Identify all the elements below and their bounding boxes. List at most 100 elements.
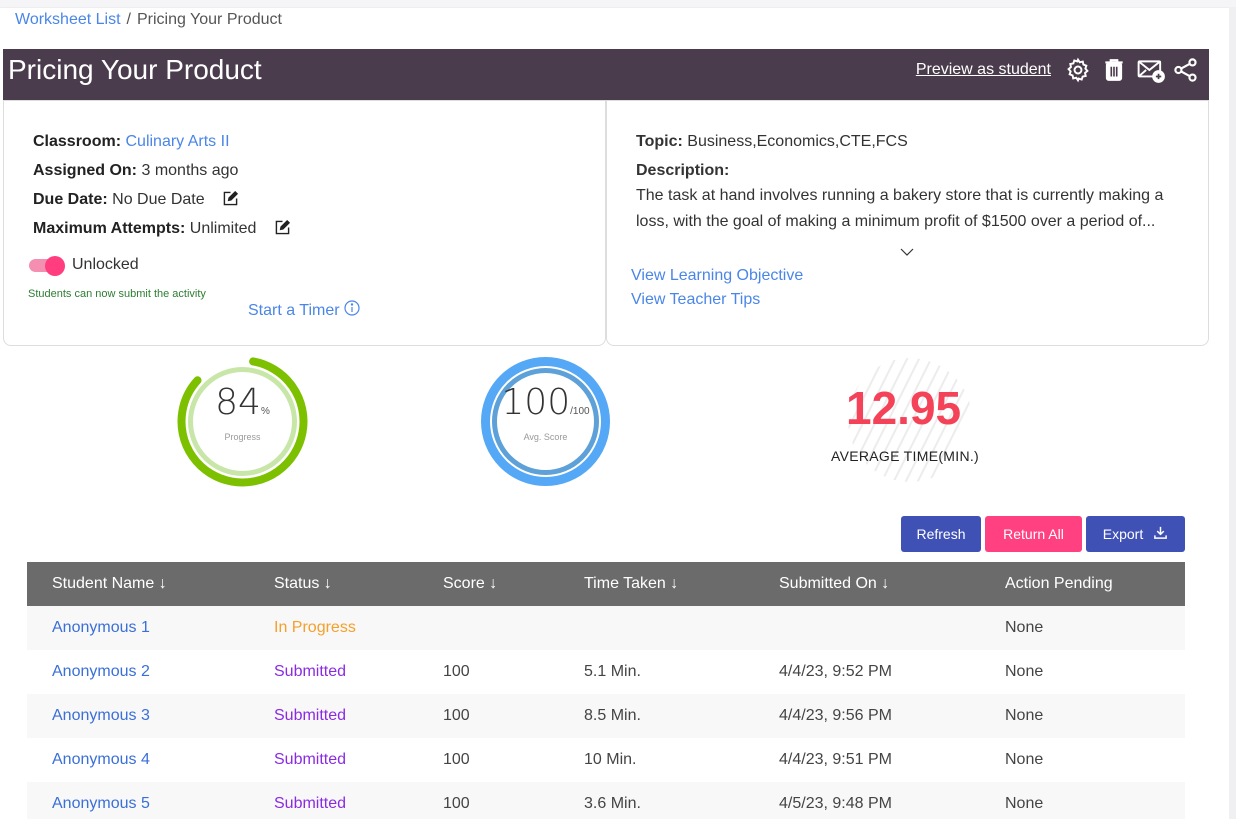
time-taken-cell: 5.1 Min.: [584, 663, 641, 680]
edit-max-attempts-icon[interactable]: [275, 219, 290, 235]
header-score[interactable]: Score ↓: [418, 562, 559, 606]
score-cell: 100: [443, 707, 470, 724]
submitted-on-cell: 4/4/23, 9:56 PM: [779, 707, 892, 724]
action-pending-cell: None: [1005, 795, 1044, 812]
worksheet-info-card: Topic: Business,Economics,CTE,FCS Descri…: [606, 100, 1209, 346]
description-label-row: Description:: [636, 162, 729, 180]
progress-suffix: %: [260, 406, 270, 417]
avg-score-gauge: 100/100 Avg. Score: [473, 349, 618, 494]
progress-text: 84%: [170, 382, 315, 423]
student-name-link[interactable]: Anonymous 2: [27, 650, 249, 694]
chevron-down-icon[interactable]: [899, 244, 915, 256]
classroom-link[interactable]: Culinary Arts II: [125, 133, 229, 150]
action-pending-cell: None: [1005, 663, 1044, 680]
breadcrumb-current: Pricing Your Product: [136, 11, 282, 28]
return-all-button[interactable]: Return All: [985, 516, 1082, 552]
topic-row: Topic: Business,Economics,CTE,FCS: [636, 133, 908, 151]
max-attempts-row: Maximum Attempts: Unlimited: [33, 219, 290, 238]
export-button[interactable]: Export: [1086, 516, 1185, 552]
download-icon: [1153, 525, 1168, 543]
action-pending-cell: None: [1005, 707, 1044, 724]
preview-as-student-link[interactable]: Preview as student: [916, 61, 1051, 79]
score-cell: 100: [443, 663, 470, 680]
status-cell: Submitted: [274, 663, 347, 680]
assigned-on-label: Assigned On:: [33, 162, 138, 179]
status-cell: Submitted: [274, 751, 347, 768]
view-teacher-tips-link[interactable]: View Teacher Tips: [631, 291, 760, 309]
classroom-row: Classroom: Culinary Arts II: [33, 133, 230, 151]
trash-icon[interactable]: [1101, 57, 1127, 83]
info-icon[interactable]: [343, 300, 360, 321]
due-date-value: No Due Date: [112, 191, 205, 208]
max-attempts-label: Maximum Attempts:: [33, 220, 186, 237]
header-status[interactable]: Status ↓: [249, 562, 418, 606]
score-cell: 100: [443, 751, 470, 768]
toggle-knob: [45, 256, 65, 276]
header-student-name[interactable]: Student Name ↓: [27, 562, 249, 606]
header-time-taken[interactable]: Time Taken ↓: [559, 562, 754, 606]
status-cell: In Progress: [274, 619, 356, 636]
due-date-label: Due Date:: [33, 191, 108, 208]
student-name-link[interactable]: Anonymous 1: [27, 606, 249, 650]
start-timer-link[interactable]: Start a Timer: [248, 300, 360, 321]
status-cell: Submitted: [274, 707, 347, 724]
table-row: Anonymous 4 Submitted 100 10 Min. 4/4/23, 9:…: [27, 738, 1185, 782]
assigned-on-row: Assigned On: 3 months ago: [33, 162, 238, 180]
submitted-on-cell: 4/4/23, 9:51 PM: [779, 751, 892, 768]
breadcrumb-worksheet-list[interactable]: Worksheet List: [15, 11, 121, 28]
assignment-details-card: Classroom: Culinary Arts II Assigned On:…: [3, 100, 606, 346]
header-submitted-on[interactable]: Submitted On ↓: [754, 562, 980, 606]
page: Worksheet List / Pricing Your Product Pric…: [0, 7, 1229, 819]
average-time-value: 12.95: [846, 382, 962, 434]
lock-toggle[interactable]: [29, 256, 65, 276]
page-header: Pricing Your Product Preview as student: [3, 49, 1209, 100]
view-learning-objective-link[interactable]: View Learning Objective: [631, 267, 803, 285]
action-pending-cell: None: [1005, 619, 1044, 636]
breadcrumb-separator: /: [126, 11, 131, 28]
gear-icon[interactable]: [1065, 57, 1091, 83]
assigned-on-value: 3 months ago: [141, 162, 239, 179]
topic-label: Topic:: [636, 133, 683, 150]
progress-label: Progress: [224, 432, 261, 442]
header-action-pending: Action Pending: [1005, 575, 1113, 592]
status-cell: Submitted: [274, 795, 347, 812]
submitted-on-cell: 4/5/23, 9:48 PM: [779, 795, 892, 812]
classroom-label: Classroom:: [33, 133, 122, 150]
table-row: Anonymous 2 Submitted 100 5.1 Min. 4/4/23, 9…: [27, 650, 1185, 694]
score-cell: [418, 606, 559, 650]
submitted-on-cell: 4/4/23, 9:52 PM: [779, 663, 892, 680]
page-title: Pricing Your Product: [8, 54, 262, 85]
average-time-label: AVERAGE TIME(MIN.): [831, 448, 980, 464]
lock-state-label: Unlocked: [72, 256, 139, 273]
avg-score-label-wrap: Avg. Score: [473, 427, 618, 445]
avg-score-text: 100/100: [473, 382, 618, 423]
student-name-link[interactable]: Anonymous 3: [27, 694, 249, 738]
due-date-row: Due Date: No Due Date: [33, 190, 239, 209]
table-row: Anonymous 3 Submitted 100 8.5 Min. 4/4/23, 9…: [27, 694, 1185, 738]
students-table: Student Name ↓ Status ↓ Score ↓ Time Tak…: [27, 562, 1185, 819]
table-row: Anonymous 5 Submitted 100 3.6 Min. 4/5/23, 9…: [27, 782, 1185, 819]
progress-label-wrap: Progress: [170, 427, 315, 445]
share-icon[interactable]: [1173, 57, 1199, 83]
breadcrumb: Worksheet List / Pricing Your Product: [15, 11, 282, 29]
mail-add-icon[interactable]: [1137, 57, 1165, 83]
edit-due-date-icon[interactable]: [223, 190, 239, 206]
topic-value: Business,Economics,CTE,FCS: [687, 133, 908, 150]
time-taken-cell: 10 Min.: [584, 751, 637, 768]
score-cell: 100: [443, 795, 470, 812]
avg-score-label: Avg. Score: [523, 432, 568, 442]
time-taken-cell: 8.5 Min.: [584, 707, 641, 724]
start-timer-label: Start a Timer: [248, 301, 340, 319]
student-name-link[interactable]: Anonymous 5: [27, 782, 249, 819]
student-name-link[interactable]: Anonymous 4: [27, 738, 249, 782]
action-pending-cell: None: [1005, 751, 1044, 768]
scrollbar[interactable]: [1229, 7, 1236, 819]
progress-value: 84: [215, 382, 261, 423]
refresh-button[interactable]: Refresh: [901, 516, 981, 552]
table-header-row: Student Name ↓ Status ↓ Score ↓ Time Tak…: [27, 562, 1185, 606]
average-time-stat: 12.95 AVERAGE TIME(MIN.): [820, 353, 1000, 488]
time-taken-cell: [559, 606, 754, 650]
progress-gauge: 84% Progress: [170, 349, 315, 494]
max-attempts-value: Unlimited: [189, 220, 257, 237]
description-label: Description:: [636, 162, 730, 179]
